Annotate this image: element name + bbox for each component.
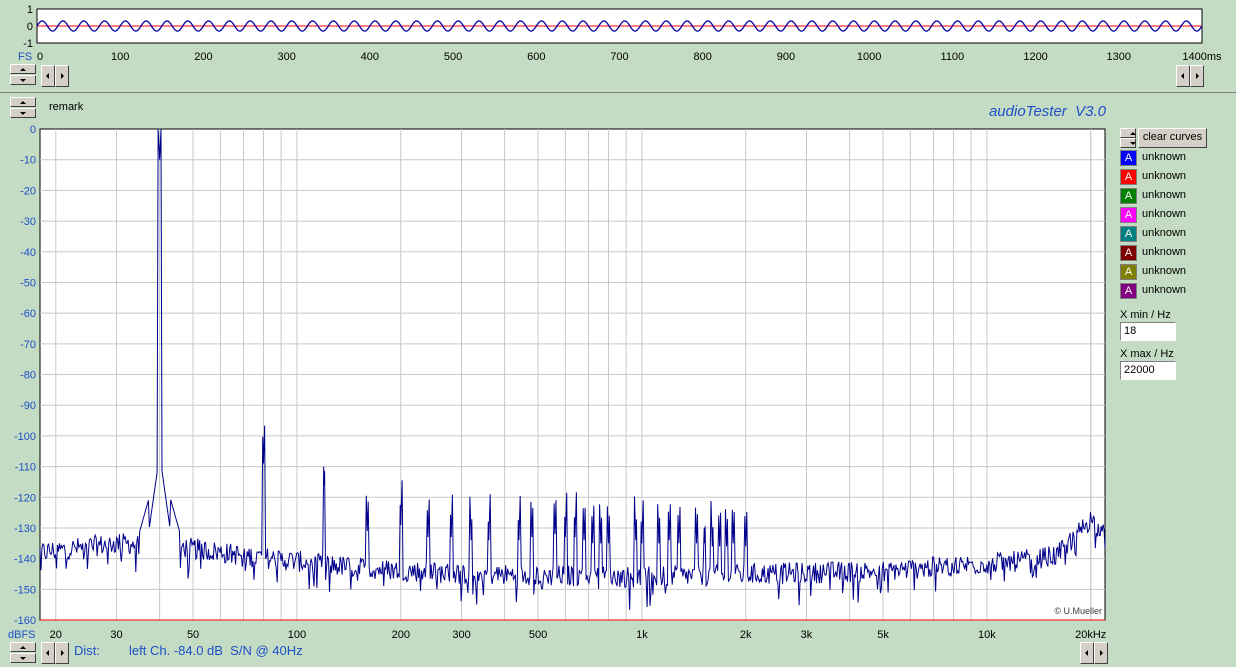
scope-zoom-down[interactable] [10, 75, 36, 85]
legend-label: unknown [1142, 246, 1187, 258]
legend-label: unknown [1142, 265, 1187, 277]
y-tick-label: -130 [14, 523, 36, 535]
y-tick-label: -110 [15, 462, 36, 474]
panel-divider [0, 92, 1236, 93]
scope-zoom-up[interactable] [10, 64, 36, 74]
bottom-zoom-up[interactable] [10, 642, 36, 652]
legend-label: unknown [1142, 189, 1187, 201]
y-tick-label: -160 [14, 615, 36, 627]
curve-color-swatch[interactable]: A [1120, 169, 1137, 185]
x-tick-label: 1k [636, 629, 648, 641]
scope-zoom-spinner[interactable] [10, 64, 36, 86]
x-tick-label: 100 [288, 629, 306, 641]
status-prefix: Dist: [74, 643, 100, 658]
spectrum-scroll-right[interactable] [55, 642, 69, 664]
spectrum-chart: 0 -10 -20 -30 -40 -50 -60 -70 -80 -90 -100 -110 -120… [8, 124, 1106, 641]
scope-x-tick: 800 [694, 51, 712, 63]
y-tick-label: -70 [20, 339, 36, 351]
scope-scroll-right-right[interactable] [1190, 65, 1204, 87]
scope-x-tick: 1300 [1107, 51, 1131, 63]
y-tick-label: -10 [20, 155, 36, 167]
y-tick-label: -30 [20, 216, 36, 228]
remark-label: remark [49, 101, 84, 113]
legend-label: unknown [1142, 151, 1187, 163]
curve-color-swatch[interactable]: A [1120, 226, 1137, 242]
scope-x-tick: 1000 [857, 51, 881, 63]
xmax-field[interactable]: 22000 [1120, 361, 1176, 380]
scope-x-tick: 500 [444, 51, 462, 63]
scope-x-tick: 400 [361, 51, 379, 63]
y-tick-label: 0 [30, 124, 36, 136]
xmin-label: X min / Hz [1120, 309, 1171, 321]
y-tick-label: -140 [14, 554, 36, 566]
spectrum-scroll-left[interactable] [41, 642, 55, 664]
scope-x-tick: 600 [527, 51, 545, 63]
curve-spinner[interactable] [1120, 128, 1136, 148]
scope-y-label: FS [18, 51, 32, 63]
x-tick-label: 200 [392, 629, 410, 641]
scope-x-tick: 700 [610, 51, 628, 63]
legend-label: unknown [1142, 227, 1187, 239]
x-tick-label: 10k [978, 629, 996, 641]
remark-down[interactable] [10, 108, 36, 118]
x-tick-label: 300 [452, 629, 470, 641]
scope-x-tick: 0 [37, 51, 43, 63]
x-tick-label: 500 [529, 629, 547, 641]
y-tick-label: -120 [14, 492, 36, 504]
legend-label: unknown [1142, 170, 1187, 182]
curve-color-swatch[interactable]: A [1120, 264, 1137, 280]
scope-y-tick: 0 [27, 21, 33, 33]
y-tick-label: -20 [20, 185, 36, 197]
y-tick-label: -60 [20, 308, 36, 320]
x-tick-label: 20 [50, 629, 62, 641]
curve-color-swatch[interactable]: A [1120, 245, 1137, 261]
scope-y-tick: -1 [23, 38, 33, 50]
scope-y-tick: 1 [27, 4, 33, 16]
scope-x-tick: 900 [777, 51, 795, 63]
spectrum-scroll-left-end[interactable] [1080, 642, 1094, 664]
curve-color-swatch[interactable]: A [1120, 188, 1137, 204]
x-tick-label: 50 [187, 629, 199, 641]
curve-color-swatch[interactable]: A [1120, 283, 1137, 299]
copyright-text: © U.Mueller [1054, 606, 1102, 616]
legend-label: unknown [1142, 284, 1187, 296]
scope-scroll-left-right[interactable] [1176, 65, 1190, 87]
x-tick-label: 2k [740, 629, 752, 641]
spectrum-scroll-right-end[interactable] [1094, 642, 1108, 664]
scope-x-tick: 100 [111, 51, 129, 63]
remark-spinner[interactable] [10, 97, 36, 119]
status-text: left Ch. -84.0 dB S/N @ 40Hz [129, 643, 303, 658]
remark-up[interactable] [10, 97, 36, 107]
y-tick-label: -50 [20, 277, 36, 289]
y-tick-label: -40 [20, 247, 36, 259]
bottom-zoom-spinner[interactable] [10, 642, 36, 664]
scope-chart: 1 0 -1FS 0 100 200 300 400 500 600 700 800 900 1000 11… [18, 4, 1222, 63]
curve-down[interactable] [1120, 138, 1136, 148]
scope-x-tick: 1100 [941, 51, 965, 63]
scope-scroll-right-top[interactable] [55, 65, 69, 87]
curve-up[interactable] [1120, 128, 1136, 138]
x-tick-label: 30 [110, 629, 122, 641]
y-tick-label: -150 [14, 584, 36, 596]
clear-curves-button[interactable]: clear curves [1138, 128, 1207, 148]
y-tick-label: -80 [20, 370, 36, 382]
curve-color-swatch[interactable]: A [1120, 207, 1137, 223]
scope-x-tick: 1400ms [1182, 51, 1222, 63]
y-tick-label: -90 [20, 400, 36, 412]
scope-scroll-left-top[interactable] [41, 65, 55, 87]
x-tick-label: 3k [801, 629, 813, 641]
bottom-zoom-down[interactable] [10, 653, 36, 663]
xmin-field[interactable]: 18 [1120, 322, 1176, 341]
scope-x-tick: 1200 [1023, 51, 1047, 63]
curve-color-swatch[interactable]: A [1120, 150, 1137, 166]
legend-label: unknown [1142, 208, 1187, 220]
x-tick-label: 5k [877, 629, 889, 641]
y-axis-label: dBFS [8, 629, 36, 641]
scope-x-tick: 200 [194, 51, 212, 63]
y-tick-label: -100 [14, 431, 36, 443]
scope-x-tick: 300 [277, 51, 295, 63]
x-tick-label: 20kHz [1075, 629, 1106, 641]
xmax-label: X max / Hz [1120, 348, 1174, 360]
